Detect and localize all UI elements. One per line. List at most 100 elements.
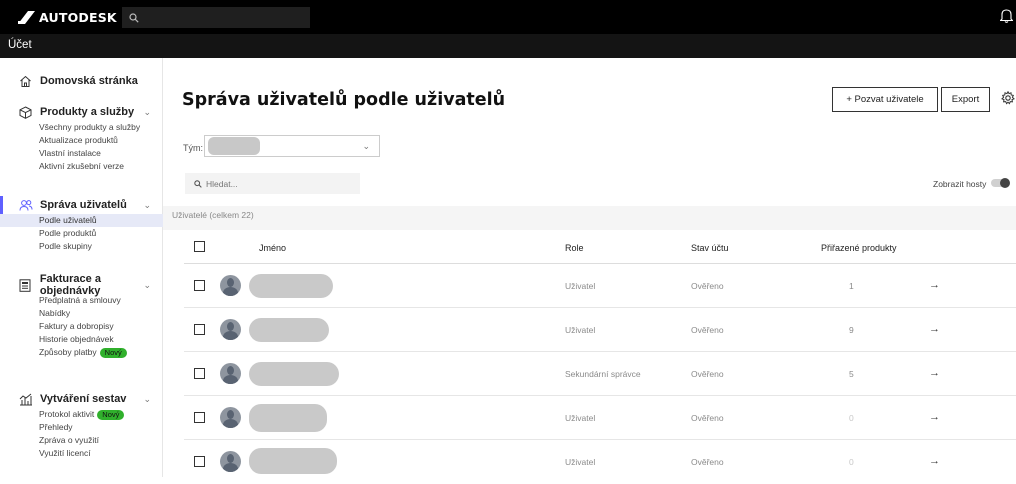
sidebar-item-by-group[interactable]: Podle skupiny [0,240,163,253]
nav-group-home: Domovská stránka [0,72,163,90]
bell-icon [999,9,1014,23]
sidebar-item-by-users[interactable]: Podle uživatelů [0,214,163,227]
nav-products-label: Produkty a služby [40,106,135,118]
search-input[interactable] [206,178,346,189]
global-search[interactable] [122,7,310,28]
sidebar: Domovská stránka Produkty a služby ⌄ Vše… [0,58,163,477]
sidebar-item-all-products[interactable]: Všechny produkty a služby [0,121,163,134]
sidebar-item-quotes[interactable]: Nabídky [0,307,163,320]
show-guests-toggle[interactable] [991,178,1010,188]
nav-group-reports: Vytváření sestav ⌄ Protokol aktivit Nový … [0,390,163,460]
nav-home-label: Domovská stránka [40,75,138,87]
team-select[interactable]: ⌄ [204,135,380,157]
account-status: Ověřeno [691,369,724,379]
users-icon [18,198,33,213]
nav-group-products: Produkty a služby ⌄ Všechny produkty a s… [0,103,163,173]
notifications-button[interactable] [999,8,1014,26]
nav-reports[interactable]: Vytváření sestav ⌄ [0,390,163,408]
avatar [220,275,241,296]
table-row[interactable]: Uživatel Ověřeno 1 → [184,264,1016,308]
nav-home[interactable]: Domovská stránka [0,72,163,90]
nav-products[interactable]: Produkty a služby ⌄ [0,103,163,121]
sidebar-item-order-history[interactable]: Historie objednávek [0,333,163,346]
nav-group-user-management: Správa uživatelů ⌄ Podle uživatelů Podle… [0,196,163,253]
account-bar: Účet [0,34,1016,58]
table-row[interactable]: Uživatel Ověřeno 9 → [184,308,1016,352]
activity-log-label: Protokol aktivit [39,409,95,419]
nav-billing[interactable]: Fakturace a objednávky ⌄ [0,273,163,297]
invite-user-button[interactable]: + Pozvat uživatele [832,87,938,112]
arrow-right-icon[interactable]: → [929,411,940,423]
row-checkbox[interactable] [194,368,205,379]
user-name-redacted [249,362,339,386]
user-role: Uživatel [565,457,596,467]
sidebar-item-payment-methods[interactable]: Způsoby platby Nový [0,346,163,359]
avatar [220,451,241,472]
account-status: Ověřeno [691,457,724,467]
user-role: Uživatel [565,325,596,335]
select-all-checkbox[interactable] [194,241,205,252]
column-products[interactable]: Přiřazené produkty [821,243,897,253]
users-count: Uživatelé (celkem 22) [172,210,254,220]
top-bar: AUTODESK [0,0,1016,34]
account-status: Ověřeno [691,413,724,423]
assigned-products-count: 5 [849,369,854,379]
sidebar-item-by-products[interactable]: Podle produktů [0,227,163,240]
nav-user-management[interactable]: Správa uživatelů ⌄ [0,196,163,214]
reports-icon [18,392,33,407]
autodesk-mark-icon [18,10,35,24]
arrow-right-icon[interactable]: → [929,279,940,291]
nav-user-management-label: Správa uživatelů [40,199,127,211]
payment-methods-label: Způsoby platby [39,347,97,357]
sidebar-item-usage-report[interactable]: Zpráva o využití [0,434,163,447]
team-value-redacted [208,137,260,155]
arrow-right-icon[interactable]: → [929,455,940,467]
table-row[interactable]: Uživatel Ověřeno 0 → [184,396,1016,440]
home-icon [18,74,33,89]
row-checkbox[interactable] [194,412,205,423]
chevron-down-icon: ⌄ [362,141,370,151]
sidebar-item-product-updates[interactable]: Aktualizace produktů [0,134,163,147]
sidebar-item-invoices[interactable]: Faktury a dobropisy [0,320,163,333]
user-role: Uživatel [565,413,596,423]
gear-icon [1001,90,1015,105]
toggle-knob [1000,178,1010,188]
table-row[interactable]: Sekundární správce Ověřeno 5 → [184,352,1016,396]
nav-reports-label: Vytváření sestav [40,393,127,405]
search-icon [194,179,202,188]
row-checkbox[interactable] [194,324,205,335]
page-title: Správa uživatelů podle uživatelů [182,90,506,110]
active-indicator [0,196,3,214]
avatar [220,363,241,384]
sidebar-item-overviews[interactable]: Přehledy [0,421,163,434]
user-role: Uživatel [565,281,596,291]
avatar [220,319,241,340]
team-label: Tým: [183,143,203,153]
sidebar-item-license-usage[interactable]: Využití licencí [0,447,163,460]
column-status[interactable]: Stav účtu [691,243,729,253]
column-role[interactable]: Role [565,243,584,253]
user-name-redacted [249,404,327,432]
user-search[interactable] [185,173,360,194]
cube-icon [18,105,33,120]
settings-button[interactable] [1001,90,1015,108]
assigned-products-count: 1 [849,281,854,291]
nav-group-billing: Fakturace a objednávky ⌄ Předplatná a sm… [0,273,163,359]
assigned-products-count: 0 [849,413,854,423]
autodesk-logo[interactable]: AUTODESK [18,9,117,25]
sidebar-item-activity-log[interactable]: Protokol aktivit Nový [0,408,163,421]
user-name-redacted [249,318,329,342]
column-name[interactable]: Jméno [259,243,286,253]
arrow-right-icon[interactable]: → [929,323,940,335]
section-title: Účet [8,39,32,51]
arrow-right-icon[interactable]: → [929,367,940,379]
row-checkbox[interactable] [194,456,205,467]
sidebar-item-trials[interactable]: Aktivní zkušební verze [0,160,163,173]
chevron-down-icon: ⌄ [143,106,151,117]
export-button[interactable]: Export [941,87,990,112]
row-checkbox[interactable] [194,280,205,291]
user-name-redacted [249,448,337,474]
avatar [220,407,241,428]
table-row[interactable]: Uživatel Ověřeno 0 → [184,440,1016,484]
sidebar-item-custom-install[interactable]: Vlastní instalace [0,147,163,160]
